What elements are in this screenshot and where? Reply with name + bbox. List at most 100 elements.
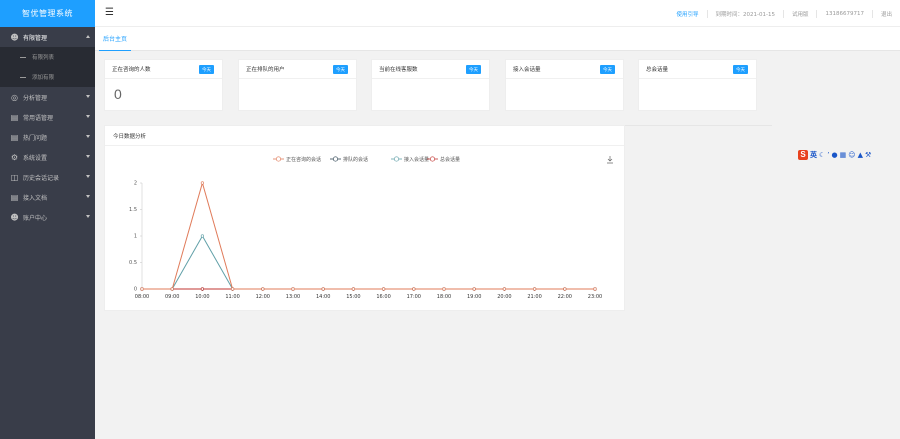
- today-badge: 今天: [466, 65, 481, 74]
- stat-card: 当前在线客服数 今天: [371, 59, 490, 111]
- divider: [706, 9, 708, 18]
- y-tick-label: 0: [134, 287, 137, 293]
- stat-card: 正在排队的用户 今天: [238, 59, 357, 111]
- divider: [871, 9, 873, 18]
- list-icon: ▤: [10, 112, 19, 122]
- sidebar-item-5[interactable]: ◫ 历史会话记录: [0, 167, 95, 187]
- tool-icon[interactable]: ⚒: [865, 151, 871, 159]
- sidebar-item-label: 账户中心: [23, 214, 48, 222]
- list-icon: ▤: [10, 132, 19, 142]
- sidebar-item-label: 系统设置: [23, 154, 48, 162]
- x-tick-label: 17:00: [407, 294, 421, 300]
- line-chart: 0 0.5 1 1.5 2 08:00 09:00 10:00 11:00 12:00 13:00 1…: [129, 156, 613, 300]
- data-point: [442, 287, 446, 291]
- guide-link[interactable]: 使用引导: [676, 10, 698, 18]
- card-header: 正在咨询的人数 今天: [105, 60, 222, 79]
- today-badge: 今天: [199, 65, 214, 74]
- today-badge: 今天: [600, 65, 615, 74]
- sidebar-item-label: 历史会话记录: [23, 174, 60, 182]
- divider: [782, 9, 784, 18]
- sidebar-item-4[interactable]: ⚙ 系统设置: [0, 147, 95, 167]
- data-point: [533, 287, 537, 291]
- legend-marker: [393, 156, 400, 162]
- sogou-logo-icon: S: [798, 149, 808, 160]
- y-tick-label: 1: [134, 234, 137, 240]
- x-tick-label: 23:00: [588, 294, 602, 300]
- stat-card: 接入会话量 今天: [505, 59, 624, 111]
- card-header: 总会话量 今天: [639, 60, 756, 79]
- punctuation-icon[interactable]: ’: [827, 151, 829, 159]
- data-point: [382, 287, 386, 291]
- legend-label: 正在咨询的会话: [286, 156, 321, 163]
- user-icon[interactable]: ☺: [848, 151, 855, 159]
- submenu: 有限列表 添加有限: [0, 47, 95, 87]
- doc-icon: ▤: [10, 192, 19, 202]
- chevron-up-icon: [86, 35, 90, 38]
- sidebar-subitem-1[interactable]: 添加有限: [0, 67, 95, 87]
- menu-toggle-icon[interactable]: ☰: [105, 8, 115, 18]
- sidebar-item-label: 分析管理: [23, 94, 48, 102]
- stat-card: 总会话量 今天: [638, 59, 757, 111]
- x-tick-label: 12:00: [256, 294, 270, 300]
- ime-toolbar[interactable]: S 英 ☾ ’ ● ▦ ☺ ▲ ⚒: [798, 148, 896, 161]
- data-point: [351, 287, 355, 291]
- y-tick-label: 2: [134, 181, 137, 187]
- x-tick-label: 13:00: [286, 294, 300, 300]
- gear-icon: ⚙: [10, 152, 19, 162]
- keyboard-icon[interactable]: ▦: [840, 151, 847, 159]
- data-point: [472, 287, 476, 291]
- x-tick-label: 08:00: [135, 294, 149, 300]
- download-icon[interactable]: [607, 156, 613, 164]
- user-phone[interactable]: 13186679717: [825, 11, 864, 17]
- sidebar-subitem-label: 添加有限: [32, 75, 55, 81]
- x-tick-label: 10:00: [195, 294, 209, 300]
- user-icon: ☻: [10, 212, 19, 222]
- tab-bar: 后台主页: [95, 27, 900, 51]
- data-point: [563, 287, 567, 291]
- legend-label: 接入会话量: [404, 156, 429, 163]
- card-title: 正在咨询的人数: [112, 67, 151, 73]
- data-point: [291, 287, 295, 291]
- expire-date: 到期时间：2021-01-15: [715, 11, 775, 18]
- legend-marker: [332, 156, 339, 162]
- logout-link[interactable]: 退出: [881, 10, 892, 18]
- moon-icon[interactable]: ☾: [819, 151, 825, 159]
- data-point: [140, 287, 144, 291]
- data-point: [593, 287, 597, 291]
- card-value: [506, 79, 623, 86]
- y-tick-label: 1.5: [129, 207, 137, 213]
- tab-home[interactable]: 后台主页: [99, 34, 132, 51]
- chat-icon: ◫: [10, 172, 19, 182]
- dash-icon: [20, 56, 26, 58]
- app-title: 智优管理系统: [0, 0, 95, 27]
- chevron-down-icon: [86, 95, 90, 98]
- sidebar-item-6[interactable]: ▤ 接入文档: [0, 187, 95, 207]
- card-value: 0: [114, 86, 122, 102]
- sidebar-item-3[interactable]: ▤ 热门问题: [0, 127, 95, 147]
- x-tick-label: 22:00: [558, 294, 572, 300]
- series-line: [142, 181, 595, 290]
- card-title: 正在排队的用户: [246, 67, 285, 73]
- ime-language[interactable]: 英: [810, 150, 817, 160]
- divider: [625, 125, 772, 126]
- version-label: 试用版: [791, 11, 809, 18]
- sidebar-item-7[interactable]: ☻ 账户中心: [0, 207, 95, 227]
- target-icon: ◎: [11, 92, 18, 102]
- mic-icon[interactable]: ●: [832, 151, 838, 159]
- x-tick-label: 20:00: [497, 294, 511, 300]
- legend-label: 排队的会话: [343, 156, 368, 163]
- sidebar-item-1[interactable]: ◎ 分析管理: [0, 87, 95, 107]
- card-value: [239, 79, 356, 86]
- data-point: [200, 234, 204, 238]
- divider: [816, 9, 818, 18]
- chevron-down-icon: [86, 155, 90, 158]
- card-value: [372, 79, 489, 86]
- shirt-icon[interactable]: ▲: [858, 151, 863, 159]
- chevron-down-icon: [86, 115, 90, 118]
- card-header: 接入会话量 今天: [506, 60, 623, 79]
- today-badge: 今天: [333, 65, 348, 74]
- sidebar-item-2[interactable]: ▤ 常用语管理: [0, 107, 95, 127]
- sidebar-item-0[interactable]: ☻ 有限管理: [0, 27, 95, 47]
- data-point: [321, 287, 325, 291]
- sidebar-subitem-0[interactable]: 有限列表: [0, 47, 95, 67]
